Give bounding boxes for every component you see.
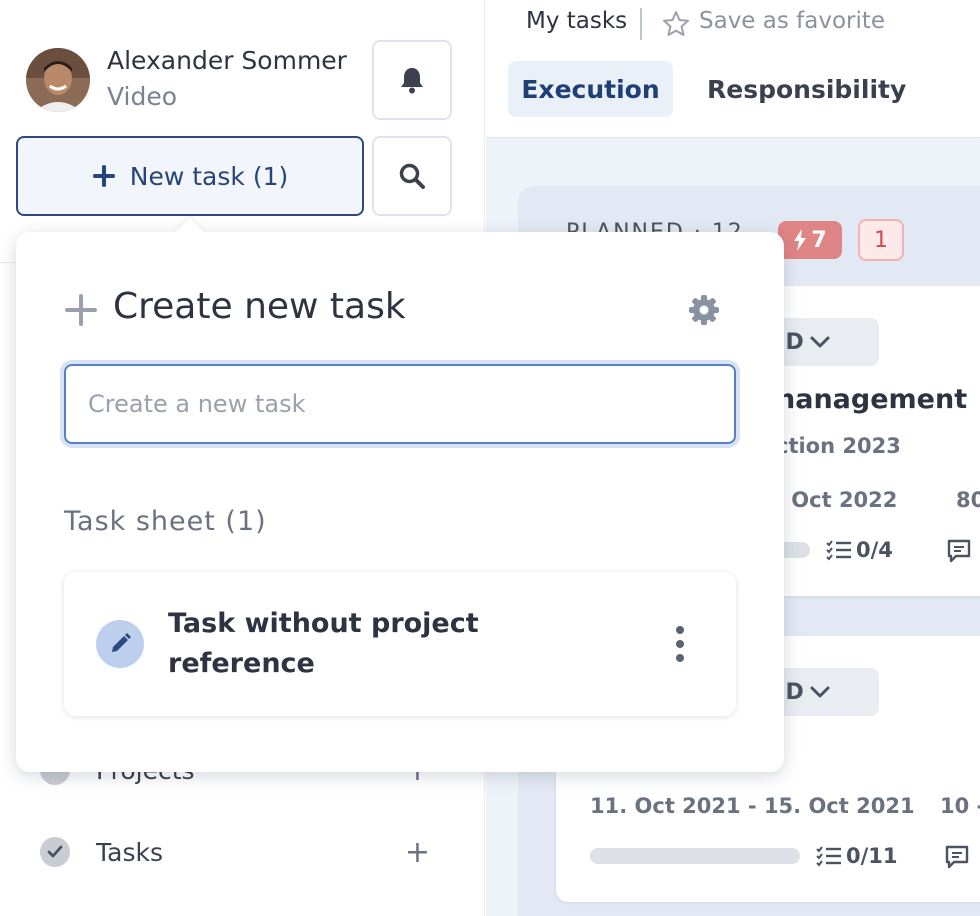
card-date: . Oct 2022 [776,488,898,512]
pencil-icon [96,620,144,668]
checklist-value: 0/4 [856,538,893,562]
gear-icon[interactable] [688,294,720,330]
popover-title: Create new task [113,286,406,327]
sidebar-item-label: Tasks [96,837,163,867]
plus-icon [92,165,115,187]
save-favorite-link[interactable]: Save as favorite [699,8,885,34]
card-effort: 80 [956,488,980,512]
breadcrumb-separator [640,8,642,40]
star-icon[interactable] [662,10,690,42]
new-task-input[interactable] [64,364,736,444]
overdue-badge: 1 [858,219,904,261]
checklist-value: 0/11 [846,844,898,868]
user-name: Alexander Sommer [107,46,347,75]
card-project: ction 2023 [776,434,901,458]
add-task-icon[interactable]: + [405,835,430,870]
task-sheet-item-title[interactable]: Task without project reference [168,604,568,684]
new-task-button[interactable]: New task (1) [16,136,364,216]
search-icon [399,163,425,189]
sidebar-item-tasks[interactable]: Tasks + [40,832,430,872]
urgent-badge: 7 [778,221,842,259]
breadcrumb-my-tasks[interactable]: My tasks [526,8,627,34]
avatar[interactable] [26,48,90,112]
lightning-icon [794,229,807,251]
new-task-label: New task (1) [129,161,289,191]
card-date: 11. Oct 2021 - 15. Oct 2021 [590,794,915,818]
user-role: Video [107,82,178,111]
check-circle-icon [40,837,70,867]
urgent-count: 7 [811,227,827,253]
tab-execution[interactable]: Execution [508,61,673,117]
comment-icon[interactable] [944,844,970,874]
card-effort: 10 - [940,794,980,818]
chevron-down-icon [810,686,830,698]
plus-icon [64,293,98,331]
more-vertical-icon[interactable] [670,626,690,662]
bell-icon [401,68,423,94]
checklist-icon [816,846,841,867]
chevron-down-icon [810,336,830,348]
checklist-icon [826,540,851,561]
search-button[interactable] [372,136,452,216]
task-sheet-heading: Task sheet (1) [64,506,267,537]
checklist-count: 0/4 [826,538,893,562]
progress-bar [590,848,800,864]
notifications-button[interactable] [372,40,452,120]
comment-icon[interactable] [946,538,972,568]
checklist-count: 0/11 [816,844,898,868]
tab-responsibility[interactable]: Responsibility [707,61,906,117]
card-title[interactable]: nanagement [776,384,967,415]
